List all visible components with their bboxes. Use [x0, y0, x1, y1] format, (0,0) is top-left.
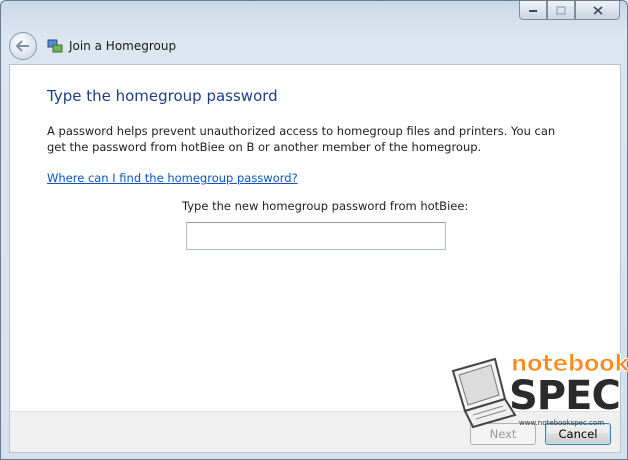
back-arrow-icon — [16, 40, 29, 52]
navigation-bar: Join a Homegroup — [9, 30, 619, 62]
homegroup-icon — [47, 39, 63, 53]
dialog-window: Join a Homegroup Type the homegroup pass… — [0, 0, 628, 460]
close-icon — [592, 5, 603, 15]
main-content: Type the homegroup password A password h… — [9, 64, 621, 412]
next-button[interactable]: Next — [470, 423, 536, 445]
button-bar: Next Cancel — [9, 411, 621, 453]
minimize-icon — [529, 10, 537, 12]
minimize-button[interactable] — [519, 1, 547, 20]
description-text: A password helps prevent unauthorized ac… — [47, 124, 556, 154]
cancel-button[interactable]: Cancel — [545, 423, 611, 445]
help-link[interactable]: Where can I find the homegroup password? — [47, 171, 298, 185]
password-label: Type the new homegroup password from hot… — [182, 199, 469, 213]
window-title: Join a Homegroup — [69, 39, 177, 53]
page-heading: Type the homegroup password — [47, 87, 278, 105]
maximize-button[interactable] — [547, 1, 575, 20]
close-button[interactable] — [575, 1, 620, 20]
password-input[interactable] — [186, 222, 446, 250]
maximize-icon — [556, 5, 566, 15]
caption-buttons — [519, 1, 620, 21]
back-button[interactable] — [9, 32, 37, 60]
